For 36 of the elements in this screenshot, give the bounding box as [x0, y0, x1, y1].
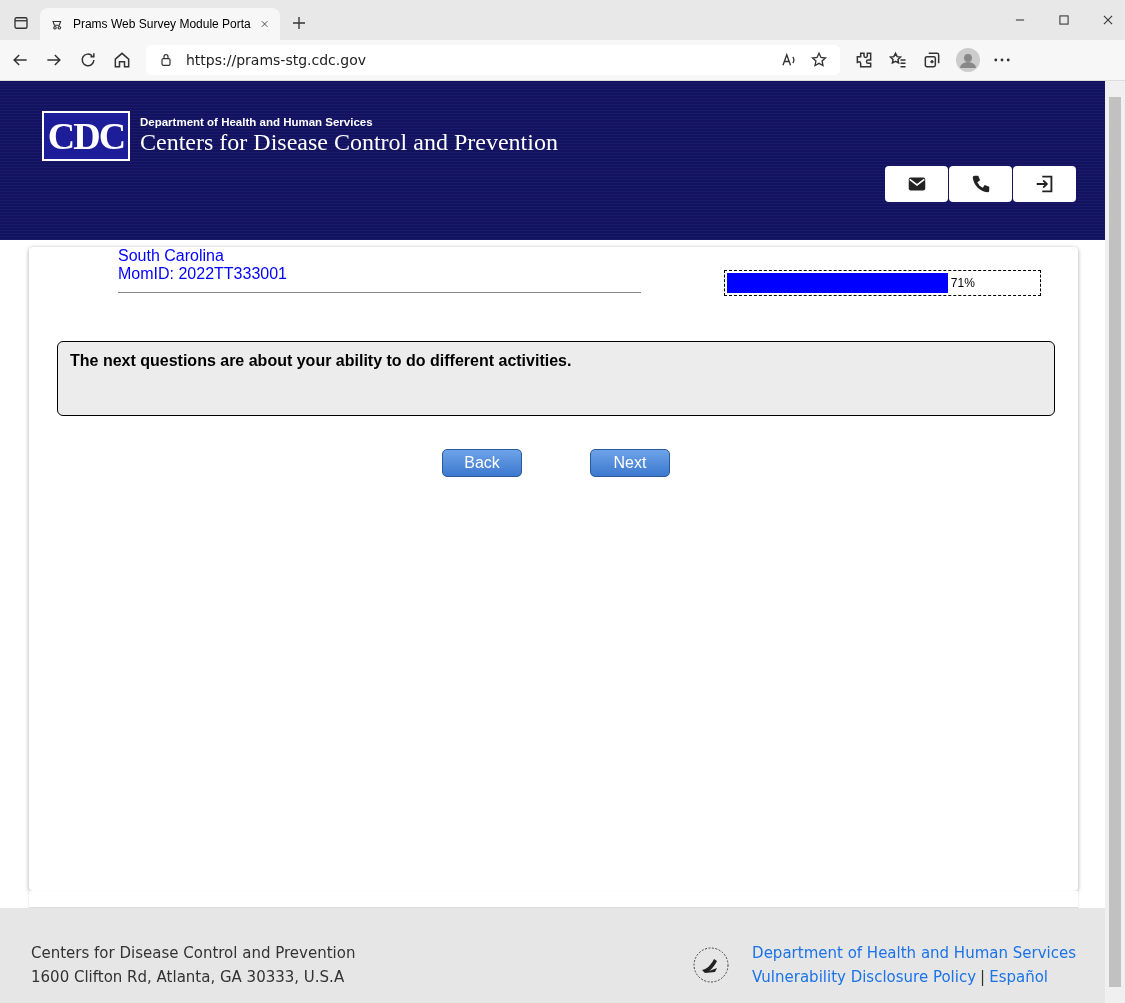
progress-percent: 71% — [950, 276, 975, 291]
favorite-add-icon — [810, 51, 828, 69]
email-button[interactable] — [885, 166, 948, 202]
agency-name: Centers for Disease Control and Prevention — [140, 129, 558, 156]
logout-button[interactable] — [1013, 166, 1076, 202]
more-icon[interactable] — [994, 58, 1010, 62]
close-icon — [1101, 13, 1115, 27]
home-icon — [112, 50, 132, 70]
footer-link[interactable]: Vulnerability Disclosure Policy — [752, 965, 977, 990]
extensions-icon — [854, 50, 874, 70]
question-text: The next questions are about your ability to do different activities. — [57, 341, 1055, 417]
tab-title: Prams Web Survey Module Porta — [72, 17, 251, 31]
footer-address: 1600 Clifton Rd, Atlanta, GA 30333, U.S.A — [31, 967, 346, 989]
address-bar[interactable]: https://prams-stg.cdc.gov — [146, 45, 840, 75]
phone-button[interactable] — [949, 166, 1012, 202]
footer-link[interactable]: Department of Health and Human Services — [752, 941, 1076, 966]
footer-org-name: Centers for Disease Control and Prevention — [31, 943, 356, 965]
department-name: Department of Health and Human Services — [140, 116, 374, 128]
mom-id: MomID: 2022TT333001 — [118, 265, 288, 284]
scrollbar-thumb[interactable] — [1109, 97, 1121, 987]
collections-icon — [922, 50, 942, 70]
browser-tab[interactable]: Prams Web Survey Module Porta — [40, 8, 280, 40]
new-tab-icon — [290, 14, 308, 32]
maximize-icon — [1057, 13, 1071, 27]
cdc-logo: CDC — [42, 111, 130, 161]
url-text: https://prams-stg.cdc.gov — [186, 52, 366, 68]
close-icon — [258, 18, 270, 30]
lock-icon — [158, 52, 174, 68]
favorites-icon — [888, 50, 908, 70]
sidebar-icon — [12, 14, 30, 32]
state-name: South Carolina — [118, 247, 225, 266]
back-button[interactable]: Back — [442, 449, 522, 478]
next-button[interactable]: Next — [590, 449, 670, 478]
link-separator: | — [980, 967, 986, 989]
footer-link[interactable]: Español — [989, 965, 1048, 990]
profile-avatar-icon[interactable] — [956, 48, 980, 72]
